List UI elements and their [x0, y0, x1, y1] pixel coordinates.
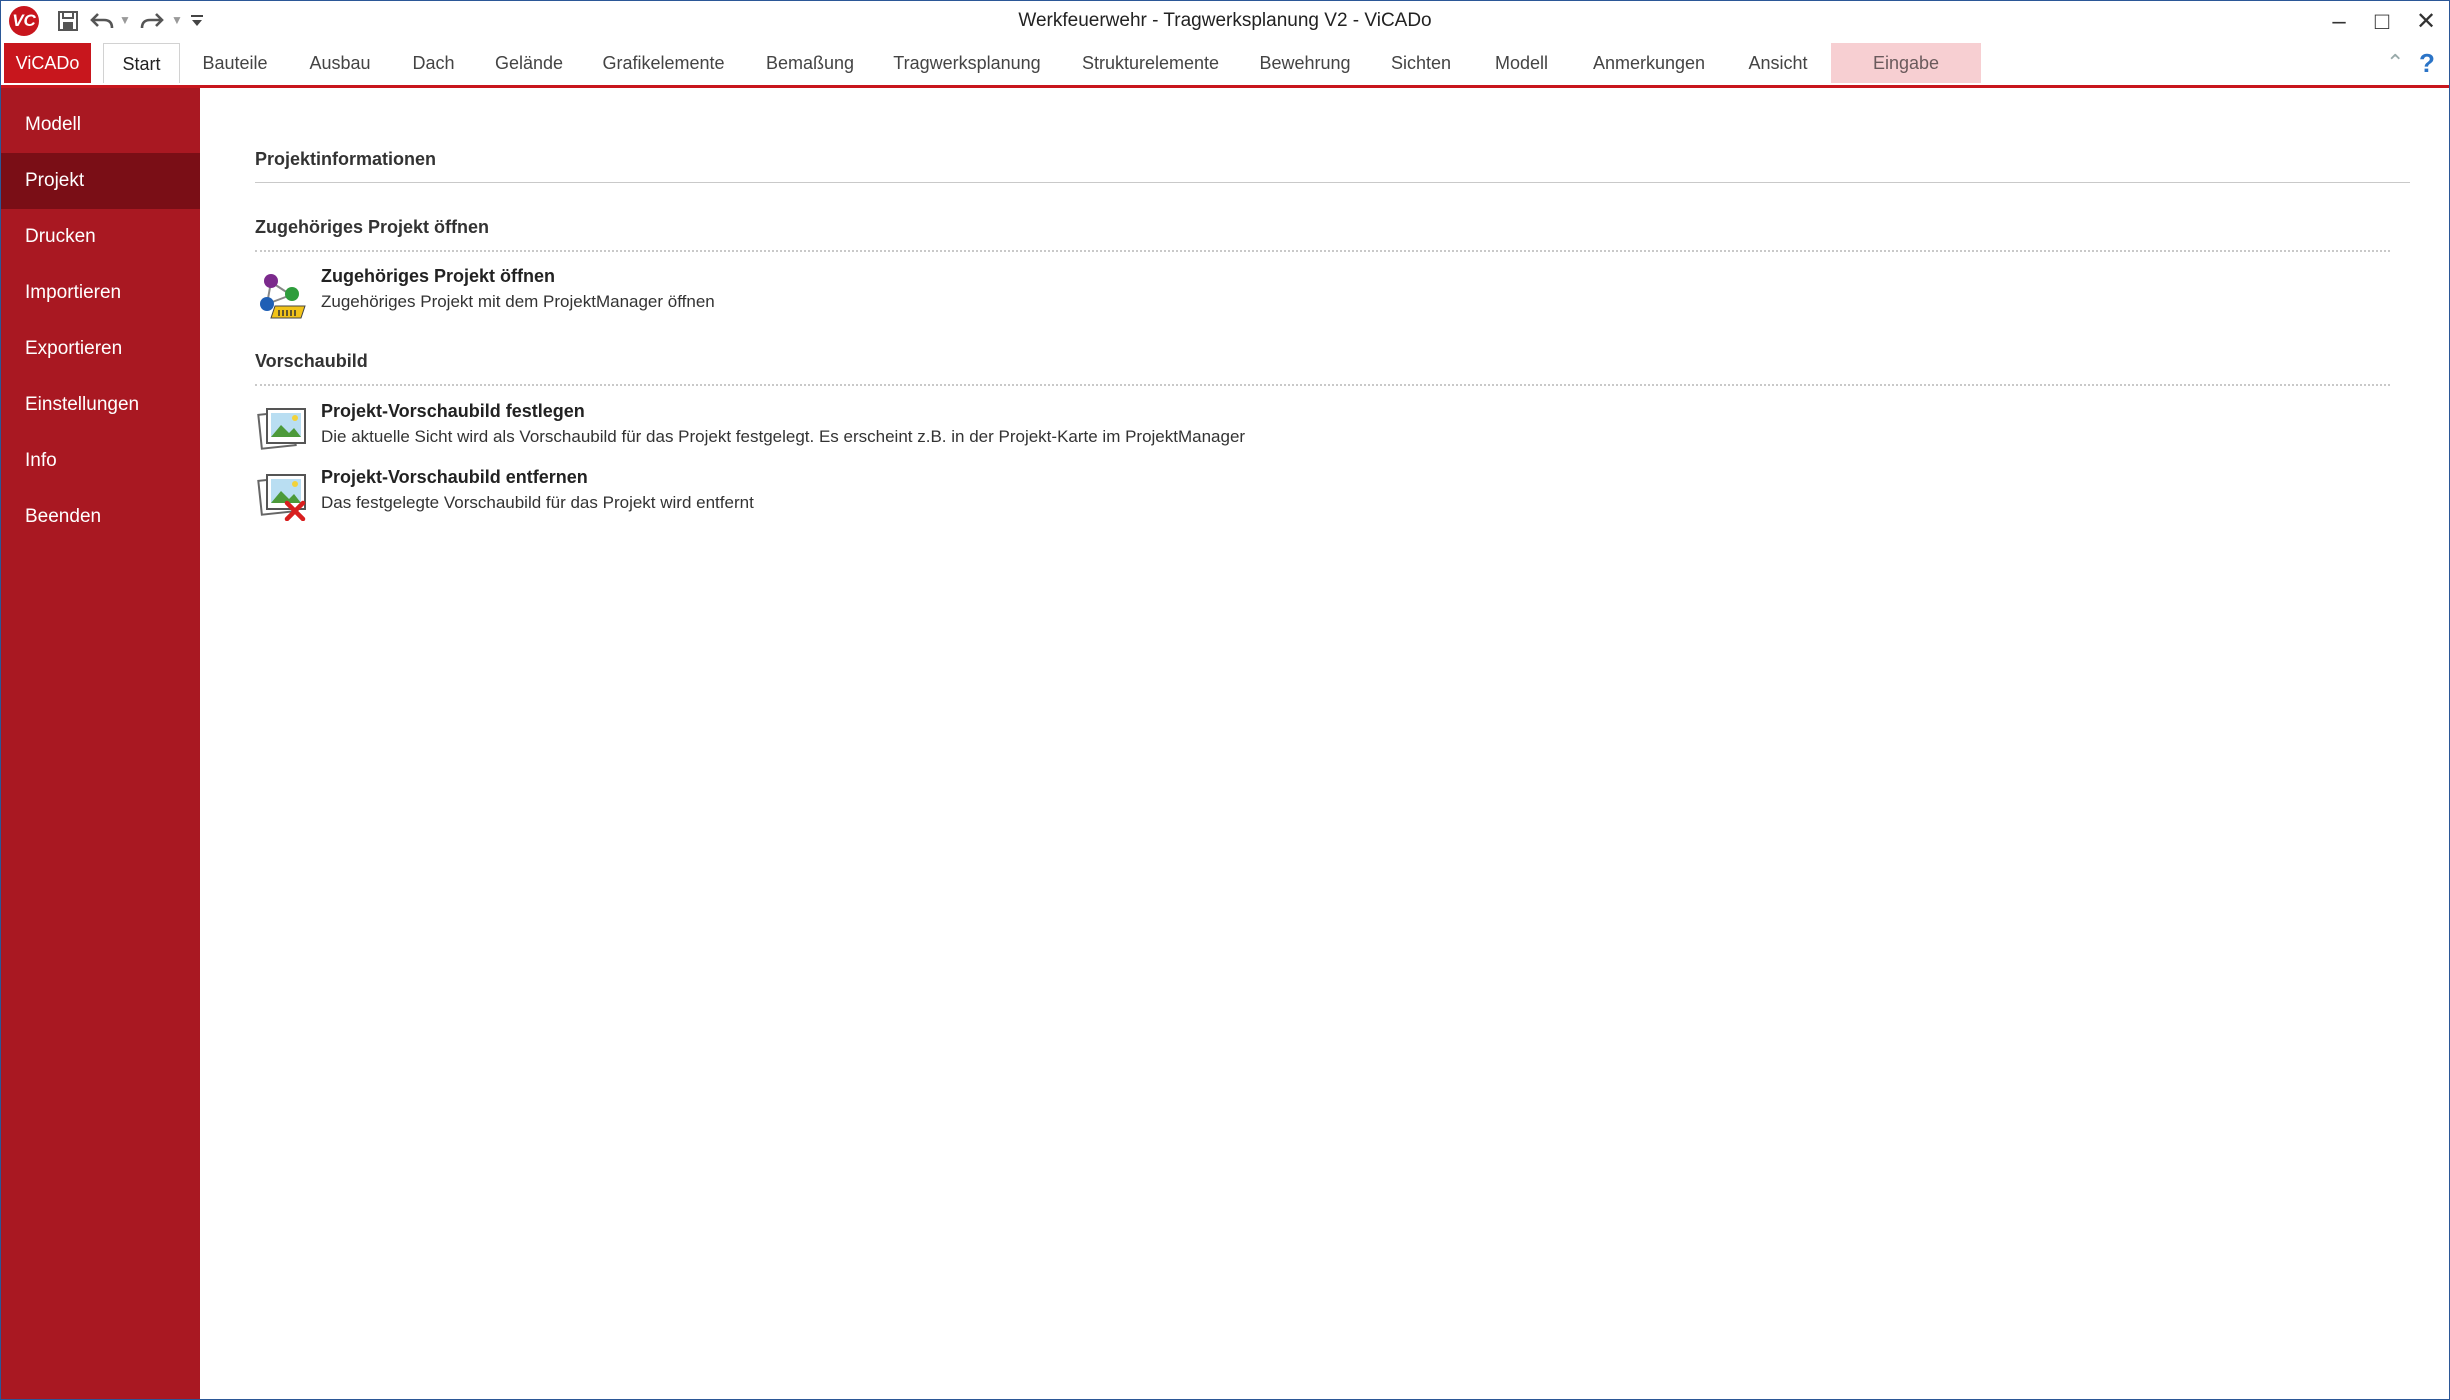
tab-ausbau[interactable]: Ausbau [295, 43, 385, 83]
sidebar-item-importieren[interactable]: Importieren [1, 265, 200, 321]
tab-gelaende[interactable]: Gelände [485, 43, 573, 83]
preview-image-icon [257, 405, 307, 455]
title-bar: VC ▼ ▼ Werkfeuerwehr - Tragwerksplanung … [1, 1, 2449, 41]
command-title: Zugehöriges Projekt öffnen [321, 266, 556, 286]
sidebar-item-projekt[interactable]: Projekt [1, 153, 200, 209]
page-title: Projektinformationen [255, 149, 437, 169]
project-manager-icon [257, 270, 307, 320]
command-description: Die aktuelle Sicht wird als Vorschaubild… [321, 427, 1246, 446]
help-icon[interactable]: ? [2419, 45, 2435, 81]
command-description: Das festgelegte Vorschaubild für das Pro… [321, 493, 754, 512]
tab-strukturelemente[interactable]: Strukturelemente [1069, 43, 1232, 83]
window-title: Werkfeuerwehr - Tragwerksplanung V2 - Vi… [1018, 10, 1432, 31]
command-description: Zugehöriges Projekt mit dem ProjektManag… [321, 292, 715, 311]
sidebar-item-exportieren[interactable]: Exportieren [1, 321, 200, 377]
backstage-content: Projektinformationen Zugehöriges Projekt… [200, 88, 2448, 1399]
open-project-command[interactable]: Zugehöriges Projekt öffnen Zugehöriges P… [255, 266, 1955, 322]
vicado-logo-icon[interactable]: VC [9, 6, 39, 36]
tab-tragwerksplanung[interactable]: Tragwerksplanung [881, 43, 1053, 83]
ribbon-tab-bar: ViCADo Start Bauteile Ausbau Dach Geländ… [1, 41, 2449, 88]
set-preview-image-command[interactable]: Projekt-Vorschaubild festlegen Die aktue… [255, 401, 1955, 457]
save-icon[interactable] [53, 7, 83, 35]
tab-vicado-file[interactable]: ViCADo [4, 43, 91, 83]
tab-dach[interactable]: Dach [401, 43, 466, 83]
sidebar-item-info[interactable]: Info [1, 433, 200, 489]
section-divider [255, 384, 2390, 386]
customize-toolbar-icon[interactable] [187, 7, 207, 35]
logo-text: VC [12, 11, 36, 30]
redo-dropdown-icon[interactable]: ▼ [171, 13, 183, 27]
close-button[interactable]: ✕ [2403, 3, 2449, 41]
remove-preview-image-command[interactable]: Projekt-Vorschaubild entfernen Das festg… [255, 467, 1955, 523]
tab-grafikelemente[interactable]: Grafikelemente [591, 43, 736, 83]
section-title-vorschaubild: Vorschaubild [255, 351, 368, 371]
remove-preview-image-icon [257, 471, 307, 522]
maximize-button[interactable]: □ [2359, 3, 2405, 41]
tab-start[interactable]: Start [103, 43, 180, 83]
sidebar-item-modell[interactable]: Modell [1, 97, 200, 153]
undo-icon[interactable] [87, 7, 117, 35]
redo-icon[interactable] [137, 7, 167, 35]
tab-anmerkungen[interactable]: Anmerkungen [1581, 43, 1717, 83]
minimize-button[interactable]: – [2316, 3, 2362, 41]
command-title: Projekt-Vorschaubild festlegen [321, 401, 585, 421]
tab-bemassung[interactable]: Bemaßung [755, 43, 865, 83]
tab-eingabe-context[interactable]: Eingabe [1831, 43, 1981, 83]
tab-sichten[interactable]: Sichten [1377, 43, 1465, 83]
undo-dropdown-icon[interactable]: ▼ [119, 13, 131, 27]
collapse-ribbon-icon[interactable]: ⌃ [2386, 45, 2404, 81]
command-title: Projekt-Vorschaubild entfernen [321, 467, 588, 487]
sidebar-item-einstellungen[interactable]: Einstellungen [1, 377, 200, 433]
section-title-zugehoeriges-projekt: Zugehöriges Projekt öffnen [255, 217, 490, 237]
section-divider [255, 250, 2390, 252]
tab-bauteile[interactable]: Bauteile [195, 43, 275, 83]
tab-modell[interactable]: Modell [1479, 43, 1564, 83]
heading-divider [255, 182, 2410, 183]
backstage-sidebar: Modell Projekt Drucken Importieren Expor… [1, 88, 200, 1399]
tab-bewehrung[interactable]: Bewehrung [1249, 43, 1361, 83]
sidebar-item-drucken[interactable]: Drucken [1, 209, 200, 265]
tab-ansicht[interactable]: Ansicht [1733, 43, 1823, 83]
sidebar-item-beenden[interactable]: Beenden [1, 489, 200, 545]
